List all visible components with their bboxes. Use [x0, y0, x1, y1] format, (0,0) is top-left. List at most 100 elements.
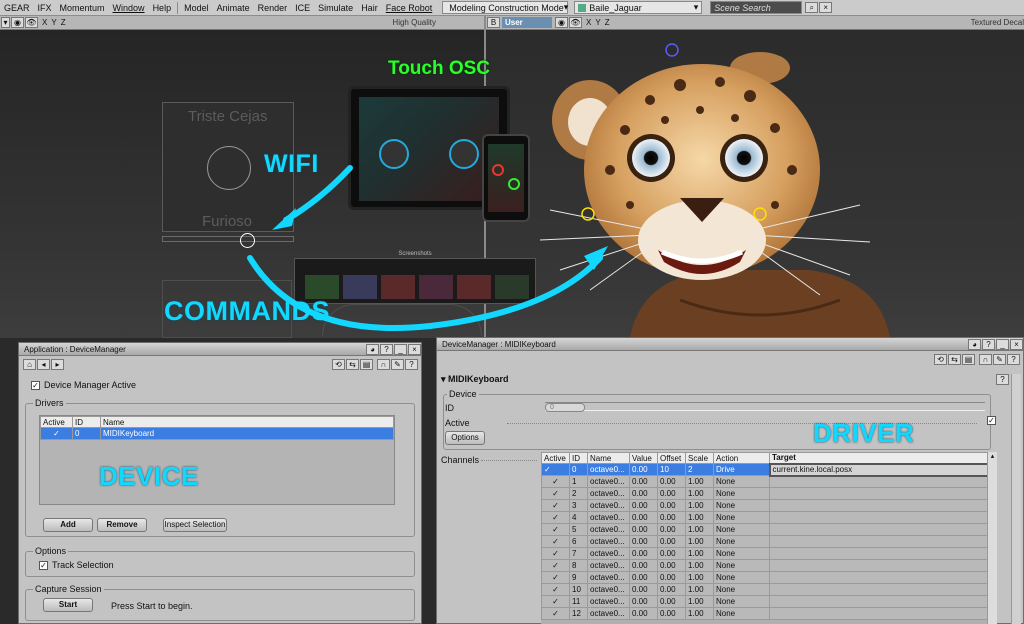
channel-offset[interactable]: 0.00: [657, 595, 686, 608]
edit-icon[interactable]: ✎: [391, 358, 404, 370]
col-offset[interactable]: Offset: [657, 452, 686, 464]
channel-target[interactable]: [769, 487, 997, 500]
channel-target[interactable]: [769, 607, 997, 620]
channel-offset[interactable]: 0.00: [657, 523, 686, 536]
channel-offset[interactable]: 0.00: [657, 547, 686, 560]
channel-row[interactable]: ✓ 3 octave0... 0.00 0.00 1.00 None: [541, 499, 997, 512]
driver-row[interactable]: ✓ 0 MIDIKeyboard: [40, 427, 394, 440]
inspect-selection-button[interactable]: Inspect Selection: [163, 518, 227, 532]
midi-section-header[interactable]: ▾ MIDIKeyboard: [441, 374, 509, 385]
channel-action[interactable]: None: [713, 511, 770, 524]
channels-table-wrap[interactable]: Active ID Name Value Offset Scale Action…: [541, 452, 997, 624]
channel-action[interactable]: None: [713, 547, 770, 560]
channel-scale[interactable]: 1.00: [685, 487, 714, 500]
split-icon[interactable]: ⇆: [346, 358, 359, 370]
channel-target[interactable]: [769, 583, 997, 596]
channel-row[interactable]: ✓ 11 octave0... 0.00 0.00 1.00 None: [541, 595, 997, 608]
refresh-icon[interactable]: ⟲: [934, 353, 947, 365]
channel-scale[interactable]: 1.00: [685, 523, 714, 536]
channel-row[interactable]: ✓ 7 octave0... 0.00 0.00 1.00 None: [541, 547, 997, 560]
help-icon[interactable]: ?: [405, 358, 418, 370]
channel-row[interactable]: ✓ 8 octave0... 0.00 0.00 1.00 None: [541, 559, 997, 572]
help-icon[interactable]: ?: [380, 343, 393, 355]
device-manager-titlebar[interactable]: Application : DeviceManager ◕? _ ×: [19, 343, 421, 356]
midi-section-help[interactable]: ?: [995, 374, 1009, 385]
channel-scale[interactable]: 1.00: [685, 583, 714, 596]
channel-row[interactable]: ✓ 5 octave0... 0.00 0.00 1.00 None: [541, 523, 997, 536]
channel-action[interactable]: None: [713, 523, 770, 536]
channel-action[interactable]: None: [713, 571, 770, 584]
help-icon[interactable]: ?: [996, 374, 1009, 385]
id-slider[interactable]: 0: [545, 402, 985, 412]
channel-action[interactable]: None: [713, 595, 770, 608]
channel-active[interactable]: ✓: [541, 607, 570, 620]
channel-action[interactable]: None: [713, 607, 770, 620]
midi-keyboard-window[interactable]: DeviceManager : MIDIKeyboard ◕? _ × ⟲ ⇆ ▤ …: [436, 337, 1024, 624]
device-manager-active-checkbox[interactable]: ✓: [31, 380, 40, 390]
channel-target[interactable]: [769, 475, 997, 488]
channel-active[interactable]: ✓: [541, 595, 570, 608]
channel-offset[interactable]: 0.00: [657, 475, 686, 488]
channel-scale[interactable]: 1.00: [685, 571, 714, 584]
channel-scale[interactable]: 1.00: [685, 607, 714, 620]
channel-scale[interactable]: 1.00: [685, 559, 714, 572]
channel-offset[interactable]: 10: [657, 463, 686, 476]
drivers-col-name[interactable]: Name: [100, 416, 394, 428]
channel-offset[interactable]: 0.00: [657, 511, 686, 524]
channel-offset[interactable]: 0.00: [657, 535, 686, 548]
magnet-icon[interactable]: ∩: [979, 353, 992, 365]
col-name[interactable]: Name: [587, 452, 630, 464]
midi-active-checkbox[interactable]: ✓: [987, 416, 996, 425]
channel-active[interactable]: ✓: [541, 523, 570, 536]
channel-target[interactable]: current.kine.local.posx: [768, 462, 997, 477]
options-button[interactable]: Options: [445, 431, 485, 445]
channel-scale[interactable]: 1.00: [685, 535, 714, 548]
drivers-col-id[interactable]: ID: [72, 416, 101, 428]
add-button[interactable]: Add: [43, 518, 93, 532]
channel-action[interactable]: None: [713, 535, 770, 548]
minimize-icon[interactable]: _: [996, 338, 1009, 350]
col-value[interactable]: Value: [629, 452, 658, 464]
collapse-triangle-icon[interactable]: ▾: [441, 374, 446, 384]
drivers-col-active[interactable]: Active: [40, 416, 73, 428]
channel-active[interactable]: ✓: [541, 499, 570, 512]
split-icon[interactable]: ⇆: [948, 353, 961, 365]
channel-row[interactable]: ✓ 12 octave0... 0.00 0.00 1.00 None: [541, 607, 997, 620]
channel-action[interactable]: None: [713, 559, 770, 572]
driver-active[interactable]: ✓: [40, 427, 73, 440]
refresh-icon[interactable]: ⟲: [332, 358, 345, 370]
channel-target[interactable]: [769, 547, 997, 560]
channel-scale[interactable]: 1.00: [685, 547, 714, 560]
channel-active[interactable]: ✓: [541, 559, 570, 572]
channel-target[interactable]: [769, 511, 997, 524]
midi-keyboard-titlebar[interactable]: DeviceManager : MIDIKeyboard ◕? _ ×: [437, 338, 1023, 351]
device-manager-active-row[interactable]: ✓ Device Manager Active: [19, 372, 421, 390]
channel-scale[interactable]: 1.00: [685, 511, 714, 524]
globe-icon[interactable]: ◕: [366, 343, 379, 355]
channel-offset[interactable]: 0.00: [657, 559, 686, 572]
table-scrollbar[interactable]: ▴: [987, 452, 997, 624]
layout-icon[interactable]: ▤: [360, 358, 373, 370]
channel-active[interactable]: ✓: [541, 535, 570, 548]
channel-offset[interactable]: 0.00: [657, 607, 686, 620]
channel-active[interactable]: ✓: [541, 475, 570, 488]
scroll-bar-right[interactable]: [1011, 374, 1021, 624]
channel-row[interactable]: ✓ 6 octave0... 0.00 0.00 1.00 None: [541, 535, 997, 548]
channel-offset[interactable]: 0.00: [657, 487, 686, 500]
track-selection-checkbox[interactable]: ✓: [39, 560, 48, 570]
drivers-list[interactable]: Active ID Name ✓ 0 MIDIKeyboard: [39, 415, 395, 505]
col-id[interactable]: ID: [569, 452, 588, 464]
close-icon[interactable]: ×: [1010, 338, 1023, 350]
close-icon[interactable]: ×: [408, 343, 421, 355]
channel-row[interactable]: ✓ 10 octave0... 0.00 0.00 1.00 None: [541, 583, 997, 596]
channel-row[interactable]: ✓ 9 octave0... 0.00 0.00 1.00 None: [541, 571, 997, 584]
start-button[interactable]: Start: [43, 598, 93, 612]
channel-action[interactable]: Drive: [713, 463, 770, 476]
channel-active[interactable]: ✓: [541, 511, 570, 524]
channel-action[interactable]: None: [713, 583, 770, 596]
channel-row[interactable]: ✓ 1 octave0... 0.00 0.00 1.00 None: [541, 475, 997, 488]
channel-action[interactable]: None: [713, 475, 770, 488]
magnet-icon[interactable]: ∩: [377, 358, 390, 370]
lock-icon[interactable]: ⌂: [23, 358, 36, 370]
channel-active[interactable]: ✓: [541, 463, 570, 476]
